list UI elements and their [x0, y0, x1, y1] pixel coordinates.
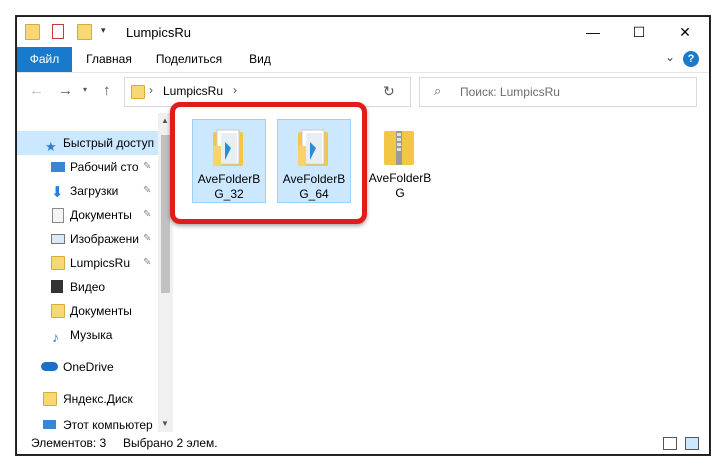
refresh-button[interactable]: ↻ [383, 83, 407, 111]
pin-icon: ✎ [143, 161, 152, 172]
details-view-button[interactable] [663, 437, 677, 450]
sidebar-item-label: Яндекс.Диск [63, 392, 133, 406]
sidebar-item-label: Видео [70, 280, 106, 294]
sidebar-item-label: Загрузки [70, 184, 119, 198]
new-folder-icon[interactable] [77, 24, 92, 40]
back-button[interactable]: ← [29, 82, 44, 99]
music-icon: ♪ [52, 329, 59, 345]
search-placeholder: Поиск: LumpicsRu [460, 85, 560, 99]
zip-folder-icon [384, 131, 414, 165]
pin-icon: ✎ [143, 185, 152, 196]
sidebar-item-label: Быстрый доступ [63, 136, 155, 150]
tab-share[interactable]: Поделиться [148, 47, 230, 72]
scroll-down-icon[interactable]: ▼ [161, 419, 169, 428]
computer-icon [43, 420, 56, 429]
selection-count: Выбрано 2 элем. [123, 436, 218, 450]
sidebar-item-onedrive[interactable]: OneDrive [17, 355, 173, 379]
folder-icon [131, 85, 145, 99]
sidebar-item-downloads[interactable]: ⬇ Загрузки ✎ [17, 179, 173, 203]
video-icon [51, 280, 63, 293]
ribbon-tabs: Файл Главная Поделиться Вид ⌄ ? [17, 47, 709, 73]
expand-ribbon-icon[interactable]: ⌄ [665, 50, 675, 64]
sidebar-item-this-pc[interactable]: Этот компьютер [17, 413, 173, 432]
file-name-line: AveFolderB [368, 171, 432, 185]
sidebar-item-label: Документы [70, 208, 132, 222]
pin-icon: ✎ [143, 233, 152, 244]
sidebar-item-label: OneDrive [63, 360, 114, 374]
scroll-up-icon[interactable]: ▲ [161, 116, 169, 125]
title-bar: ▾ LumpicsRu — ☐ ✕ [17, 17, 709, 47]
maximize-button[interactable]: ☐ [616, 17, 662, 47]
sidebar-item-video[interactable]: Видео [17, 275, 173, 299]
pin-icon: ✎ [143, 257, 152, 268]
sidebar-item-music[interactable]: ♪ Музыка [17, 323, 173, 347]
documents-icon [52, 208, 64, 223]
search-box[interactable]: ⌕ Поиск: LumpicsRu [419, 77, 697, 107]
sidebar-item-label: LumpicsRu [70, 256, 131, 270]
close-button[interactable]: ✕ [662, 17, 708, 47]
folder-icon [51, 304, 65, 318]
window-title: LumpicsRu [126, 25, 192, 40]
sidebar-item-documents-folder[interactable]: Документы [17, 299, 173, 323]
download-icon: ⬇ [51, 184, 64, 201]
navigation-pane: ★ Быстрый доступ Рабочий сто ✎ ⬇ Загрузк… [17, 113, 173, 432]
tab-view[interactable]: Вид [237, 47, 283, 72]
sidebar-item-label: Этот компьютер [63, 418, 153, 432]
scrollbar-thumb[interactable] [161, 135, 170, 293]
up-button[interactable]: ↑ [103, 82, 111, 99]
sidebar-item-lumpicsru[interactable]: LumpicsRu ✎ [17, 251, 173, 275]
selection-highlight-frame [170, 102, 367, 224]
status-bar: Элементов: 3 Выбрано 2 элем. [17, 432, 709, 454]
breadcrumb-separator-icon: › [149, 83, 153, 97]
breadcrumb-separator-icon: › [233, 83, 237, 97]
yandex-disk-icon [43, 392, 57, 406]
file-item-avefolderbg-zip[interactable]: AveFolderB G [364, 119, 436, 201]
file-name-line: G [395, 186, 405, 200]
star-icon: ★ [45, 139, 57, 154]
item-count: Элементов: 3 [31, 436, 107, 450]
folder-icon [25, 24, 40, 40]
tab-home[interactable]: Главная [75, 47, 143, 72]
search-icon: ⌕ [434, 83, 442, 98]
sidebar-item-pictures[interactable]: Изображени ✎ [17, 227, 173, 251]
sidebar-item-label: Рабочий сто [70, 160, 139, 174]
folder-icon [51, 256, 65, 270]
recent-locations-icon[interactable]: ▾ [83, 85, 87, 94]
breadcrumb-current[interactable]: LumpicsRu [163, 84, 223, 98]
explorer-window: ▾ LumpicsRu — ☐ ✕ Файл Главная Поделитьс… [16, 16, 710, 455]
properties-icon[interactable] [52, 24, 64, 39]
forward-button[interactable]: → [58, 82, 73, 99]
sidebar-item-desktop[interactable]: Рабочий сто ✎ [17, 155, 173, 179]
sidebar-item-yandex-disk[interactable]: Яндекс.Диск [17, 387, 173, 411]
tab-file[interactable]: Файл [17, 47, 72, 72]
minimize-button[interactable]: — [570, 17, 616, 47]
cloud-icon [41, 362, 58, 371]
pictures-icon [51, 234, 65, 244]
large-icons-view-button[interactable] [685, 437, 699, 450]
sidebar-item-label: Изображени [70, 232, 139, 246]
chevron-down-icon[interactable]: ▾ [101, 25, 106, 36]
sidebar-item-quick-access[interactable]: ★ Быстрый доступ [17, 131, 173, 155]
pin-icon: ✎ [143, 209, 152, 220]
desktop-icon [51, 162, 65, 172]
sidebar-item-label: Документы [70, 304, 132, 318]
sidebar-item-documents[interactable]: Документы ✎ [17, 203, 173, 227]
sidebar-item-label: Музыка [70, 328, 113, 342]
help-button[interactable]: ? [683, 51, 699, 67]
